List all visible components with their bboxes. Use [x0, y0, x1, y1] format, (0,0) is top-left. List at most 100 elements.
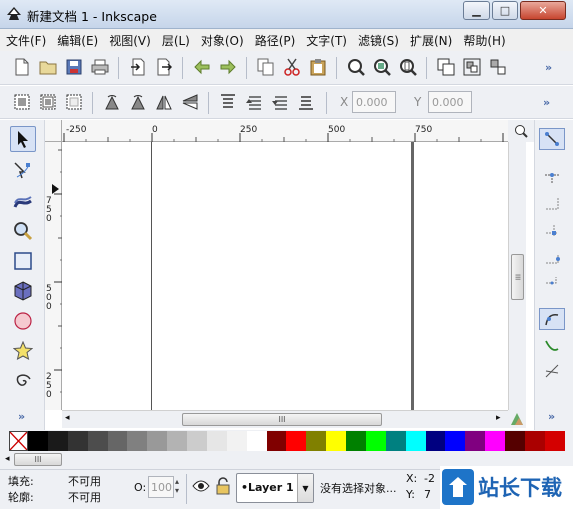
color-swatch[interactable] — [28, 431, 48, 451]
color-swatch[interactable] — [544, 431, 565, 451]
no-paint-swatch[interactable] — [9, 431, 28, 451]
duplicate-icon[interactable] — [436, 57, 456, 77]
y-input[interactable]: 0.000 — [428, 91, 472, 113]
toolbar-overflow-button[interactable]: » — [545, 61, 552, 74]
color-swatch[interactable] — [445, 431, 466, 451]
drawing-canvas[interactable] — [62, 142, 508, 410]
chevron-down-icon[interactable]: ▼ — [297, 474, 313, 502]
color-swatch[interactable] — [167, 431, 187, 451]
color-swatch[interactable] — [485, 431, 505, 451]
palette-scroll-left-icon[interactable]: ◂ — [5, 454, 10, 464]
menu-file[interactable]: 文件(F) — [6, 32, 46, 49]
horizontal-scroll-thumb[interactable]: III — [182, 413, 382, 426]
eye-icon[interactable] — [192, 479, 210, 493]
ungroup-icon[interactable] — [488, 57, 508, 77]
menu-layer[interactable]: 层(L) — [162, 32, 190, 49]
color-swatch[interactable] — [67, 431, 88, 451]
snap-paths-icon[interactable] — [539, 334, 565, 356]
snap-bbox-corner-icon[interactable] — [539, 220, 565, 242]
snap-overflow-button[interactable]: » — [548, 410, 555, 423]
rectangle-tool-icon[interactable] — [10, 248, 36, 274]
snap-nodes-icon[interactable] — [539, 308, 565, 330]
spiral-tool-icon[interactable] — [10, 368, 36, 394]
color-swatch[interactable] — [246, 431, 267, 451]
color-swatch[interactable] — [286, 431, 307, 451]
color-swatch[interactable] — [405, 431, 426, 451]
tweak-tool-icon[interactable] — [10, 188, 36, 214]
zoom-selection-icon[interactable] — [346, 57, 366, 77]
stroke-value[interactable]: 不可用 — [68, 489, 101, 505]
toolbox-overflow-button[interactable]: » — [18, 410, 25, 423]
deselect-icon[interactable] — [64, 92, 84, 112]
color-swatch[interactable] — [425, 431, 446, 451]
color-swatch[interactable] — [524, 431, 545, 451]
x-input[interactable]: 0.000 — [352, 91, 396, 113]
color-swatch[interactable] — [47, 431, 68, 451]
menu-help[interactable]: 帮助(H) — [463, 32, 505, 49]
zoom-tool-icon[interactable] — [10, 218, 36, 244]
redo-icon[interactable] — [218, 57, 238, 77]
snap-center-icon[interactable] — [539, 272, 565, 294]
raise-icon[interactable] — [244, 92, 264, 112]
snap-bbox-midpoint-icon[interactable] — [539, 248, 565, 270]
ellipse-tool-icon[interactable] — [10, 308, 36, 334]
horizontal-scrollbar[interactable]: ◂ III ▸ — [62, 410, 508, 428]
zoom-page-icon[interactable] — [398, 57, 418, 77]
opacity-spinner-icon[interactable]: ▴ ▾ — [175, 477, 179, 495]
undo-icon[interactable] — [192, 57, 212, 77]
color-swatch[interactable] — [365, 431, 386, 451]
controls-overflow-button[interactable]: » — [543, 96, 550, 109]
color-swatch[interactable] — [127, 431, 148, 451]
paste-icon[interactable] — [308, 57, 328, 77]
color-swatch[interactable] — [505, 431, 525, 451]
scroll-right-arrow-icon[interactable]: ▸ — [496, 413, 501, 423]
color-swatch[interactable] — [87, 431, 108, 451]
menu-text[interactable]: 文字(T) — [306, 32, 347, 49]
color-swatch[interactable] — [385, 431, 406, 451]
menu-extensions[interactable]: 扩展(N) — [410, 32, 452, 49]
fill-value[interactable]: 不可用 — [68, 473, 101, 489]
zoom-drawing-icon[interactable] — [372, 57, 392, 77]
minimize-button[interactable]: ▁ — [463, 1, 490, 20]
maximize-button[interactable]: □ — [492, 1, 518, 20]
color-swatch[interactable] — [147, 431, 168, 451]
zoom-corner-icon[interactable] — [508, 120, 534, 142]
color-swatch[interactable] — [107, 431, 128, 451]
print-icon[interactable] — [90, 57, 110, 77]
rotate-cw-icon[interactable] — [128, 92, 148, 112]
3d-box-tool-icon[interactable] — [10, 278, 36, 304]
menu-filters[interactable]: 滤镜(S) — [358, 32, 399, 49]
palette-scroll-thumb[interactable]: III — [14, 453, 62, 466]
save-icon[interactable] — [64, 57, 84, 77]
cut-icon[interactable] — [282, 57, 302, 77]
rotate-ccw-icon[interactable] — [102, 92, 122, 112]
open-folder-icon[interactable] — [38, 57, 58, 77]
color-swatch[interactable] — [306, 431, 327, 451]
color-swatch[interactable] — [187, 431, 207, 451]
color-swatch[interactable] — [226, 431, 247, 451]
color-swatch[interactable] — [206, 431, 227, 451]
star-tool-icon[interactable] — [10, 338, 36, 364]
snap-intersections-icon[interactable] — [539, 360, 565, 382]
snap-toggle-icon[interactable] — [539, 128, 565, 150]
group-icon[interactable] — [462, 57, 482, 77]
select-all-icon[interactable] — [12, 92, 32, 112]
flip-vertical-icon[interactable] — [180, 92, 200, 112]
vertical-scroll-thumb[interactable]: III — [511, 254, 524, 300]
color-swatch[interactable] — [326, 431, 346, 451]
new-document-icon[interactable] — [12, 57, 32, 77]
lower-to-bottom-icon[interactable] — [296, 92, 316, 112]
color-managed-toggle[interactable] — [508, 410, 526, 428]
flip-horizontal-icon[interactable] — [154, 92, 174, 112]
vertical-scrollbar[interactable]: III — [508, 142, 526, 410]
lock-icon[interactable] — [216, 477, 230, 495]
selector-tool-icon[interactable] — [10, 126, 36, 152]
layer-dropdown[interactable]: •Layer 1 ▼ — [236, 473, 314, 503]
menu-path[interactable]: 路径(P) — [255, 32, 296, 49]
scroll-left-arrow-icon[interactable]: ◂ — [65, 413, 70, 423]
opacity-input[interactable]: 100 — [148, 476, 174, 498]
node-tool-icon[interactable] — [10, 158, 36, 184]
export-icon[interactable] — [154, 57, 174, 77]
select-all-layers-icon[interactable] — [38, 92, 58, 112]
copy-icon[interactable] — [256, 57, 276, 77]
